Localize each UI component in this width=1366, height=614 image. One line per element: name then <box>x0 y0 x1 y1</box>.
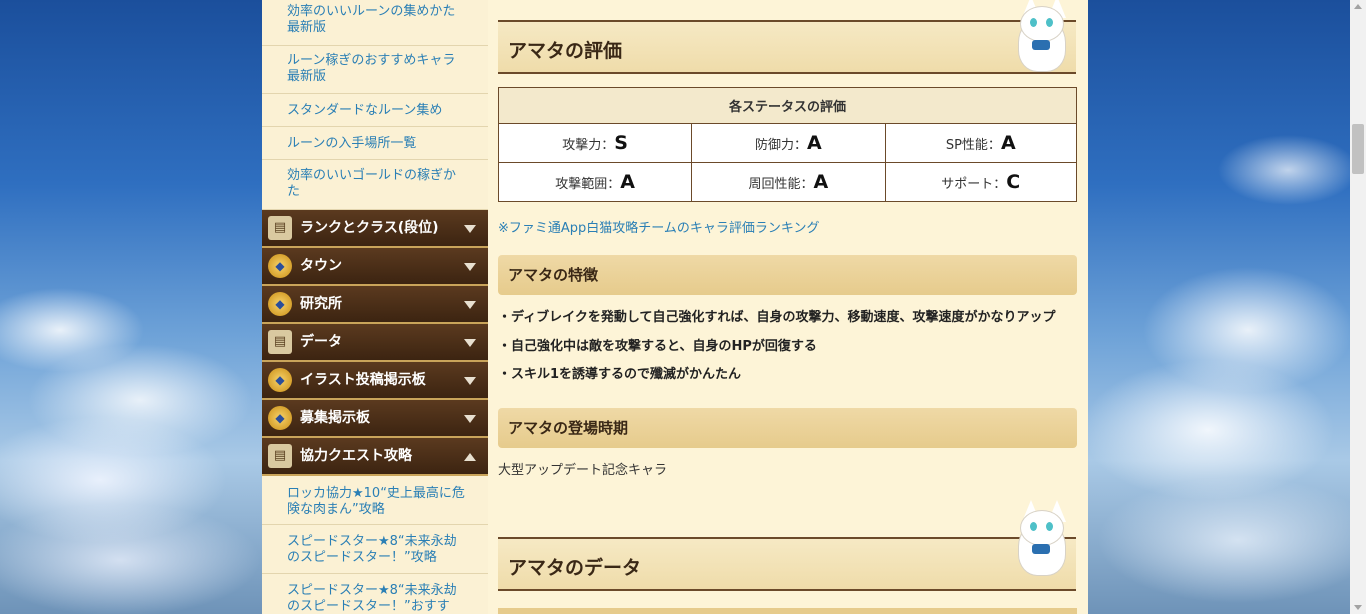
sidebar-link-gold[interactable]: 効率のいいゴールドの稼ぎかた <box>262 160 488 210</box>
sidebar-category-data[interactable]: ▤ データ <box>262 324 488 362</box>
shield-icon: ◆ <box>268 292 292 316</box>
category-label: 募集掲示板 <box>300 410 370 426</box>
book-icon: ▤ <box>268 444 292 468</box>
table-cell: 周回性能：A <box>691 162 886 202</box>
table-cell: サポート：C <box>884 162 1077 202</box>
ranking-link[interactable]: ※ファミ通App白猫攻略チームのキャラ評価ランキング <box>498 217 820 236</box>
shield-icon: ◆ <box>268 254 292 278</box>
sidebar-link-rune-chara[interactable]: ルーン稼ぎのおすすめキャラ最新版 <box>262 46 488 94</box>
status-eval-table: 各ステータスの評価 攻撃力：S 防御力：A SP性能：A 攻撃範囲：A 周回性能… <box>497 87 1077 202</box>
section-header-release: アマタの登場時期 <box>498 408 1077 448</box>
chevron-up-icon <box>464 453 476 461</box>
table-row: 攻撃力：S 防御力：A SP性能：A <box>497 123 1077 163</box>
section-header-data: アマタのデータ <box>498 537 1076 591</box>
release-text: 大型アップデート記念キャラ <box>498 463 668 478</box>
next-section-bar <box>498 608 1077 614</box>
section-header-features: アマタの特徴 <box>498 255 1077 295</box>
sidebar-category-town[interactable]: ◆ タウン <box>262 248 488 286</box>
scrollbar-thumb[interactable] <box>1352 124 1364 174</box>
sky-background-right <box>1088 0 1350 614</box>
category-label: イラスト投稿掲示板 <box>300 372 426 388</box>
category-label: ランクとクラス(段位) <box>300 220 439 236</box>
sidebar-category-illust-board[interactable]: ◆ イラスト投稿掲示板 <box>262 362 488 400</box>
chevron-down-icon <box>464 301 476 309</box>
scroll-down-icon[interactable] <box>1354 605 1362 610</box>
sidebar-link-rokka-coop[interactable]: ロッカ協力★10“史上最高に危険な肉まん”攻略 <box>262 476 488 525</box>
chevron-down-icon <box>464 415 476 423</box>
shield-icon: ◆ <box>268 368 292 392</box>
sidebar-category-rank[interactable]: ▤ ランクとクラス(段位) <box>262 210 488 248</box>
cat-mascot-icon <box>1010 0 1072 72</box>
section-title: アマタの評価 <box>508 40 623 62</box>
sky-background-left <box>0 0 262 614</box>
table-row: 攻撃範囲：A 周回性能：A サポート：C <box>497 162 1077 202</box>
sidebar-link-standard-rune[interactable]: スタンダードなルーン集め <box>262 94 488 127</box>
section-title: アマタのデータ <box>508 557 642 579</box>
sidebar: 効率のいいルーンの集めかた最新版 ルーン稼ぎのおすすめキャラ最新版 スタンダード… <box>262 0 489 614</box>
scroll-up-icon[interactable] <box>1354 4 1362 9</box>
chevron-down-icon <box>464 225 476 233</box>
shield-icon: ◆ <box>268 406 292 430</box>
table-cell: 攻撃範囲：A <box>497 162 693 202</box>
chevron-down-icon <box>464 339 476 347</box>
category-label: 研究所 <box>300 296 342 312</box>
feature-item: ・スキル1を誘導するので殲滅がかんたん <box>498 367 742 382</box>
page-scrollbar[interactable] <box>1350 0 1366 614</box>
table-cell: SP性能：A <box>884 123 1077 163</box>
sidebar-link-speedstar-guide[interactable]: スピードスター★8“未来永劫のスピードスター！”攻略 <box>262 525 488 574</box>
table-cell: 防御力：A <box>691 123 886 163</box>
category-label: タウン <box>300 258 342 274</box>
section-header-eval: アマタの評価 <box>498 20 1076 74</box>
category-label: データ <box>300 334 342 350</box>
sidebar-category-recruit-board[interactable]: ◆ 募集掲示板 <box>262 400 488 438</box>
table-cell: 攻撃力：S <box>497 123 693 163</box>
cat-mascot-icon <box>1010 500 1072 576</box>
sidebar-link-rune-efficient[interactable]: 効率のいいルーンの集めかた最新版 <box>262 0 488 46</box>
sidebar-link-speedstar-recommend[interactable]: スピードスター★8“未来永劫のスピードスター！”おすす <box>262 574 488 614</box>
chevron-down-icon <box>464 263 476 271</box>
category-label: 協力クエスト攻略 <box>300 448 412 464</box>
book-icon: ▤ <box>268 330 292 354</box>
chevron-down-icon <box>464 377 476 385</box>
book-icon: ▤ <box>268 216 292 240</box>
sidebar-link-rune-locations[interactable]: ルーンの入手場所一覧 <box>262 127 488 160</box>
main-content: アマタの評価 各ステータスの評価 攻撃力：S 防御力：A SP性能：A 攻撃範囲… <box>488 0 1088 614</box>
feature-item: ・ディブレイクを発動して自己強化すれば、自身の攻撃力、移動速度、攻撃速度がかなり… <box>498 310 1056 325</box>
feature-item: ・自己強化中は敵を攻撃すると、自身のHPが回復する <box>498 339 817 354</box>
sidebar-category-coop-quest[interactable]: ▤ 協力クエスト攻略 <box>262 438 488 476</box>
sidebar-category-lab[interactable]: ◆ 研究所 <box>262 286 488 324</box>
table-header: 各ステータスの評価 <box>498 87 1077 124</box>
